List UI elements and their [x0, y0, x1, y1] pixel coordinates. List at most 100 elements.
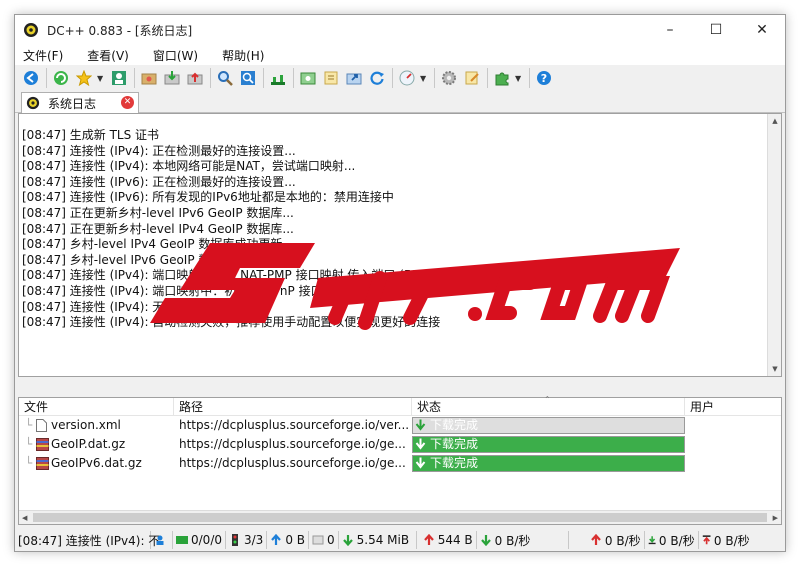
search-button[interactable]	[215, 68, 235, 88]
open-file-list-button[interactable]	[298, 68, 318, 88]
hub-icon	[176, 536, 188, 544]
queue-count: 0	[309, 531, 339, 549]
stats-dropdown[interactable]: ▼	[420, 74, 428, 83]
queue-button[interactable]	[139, 68, 159, 88]
minimize-button[interactable]: –	[647, 15, 693, 45]
download-finished-icon	[164, 71, 180, 85]
col-header-file[interactable]: 文件	[19, 398, 174, 416]
close-window-button[interactable]: ✕	[739, 15, 785, 45]
star-icon	[76, 70, 92, 86]
log-line: [08:47] 连接性 (IPv4): 本地网络可能是NAT，尝试端口映射...	[22, 159, 356, 174]
dcpp-logo-icon	[24, 23, 38, 37]
file-type-icon	[36, 419, 47, 433]
table-row[interactable]: └ version.xml https://dcplusplus.sourcefor…	[19, 416, 781, 435]
log-line: [08:47] 连接性 (IPv6): 正在检测最好的连接设置...	[22, 174, 296, 189]
log-vertical-scrollbar[interactable]: ▲ ▼	[767, 114, 781, 376]
archive-icon	[36, 457, 49, 470]
gauge-icon	[399, 70, 415, 86]
up-total: 544 B	[417, 531, 477, 549]
down-rate: 0 B/秒	[477, 531, 569, 549]
file-path: https://dcplusplus.sourceforge.io/ver...	[179, 418, 409, 432]
log-line: [08:47] 连接性 (IPv6): 所有发现的IPv6地址都是本地的：禁用连…	[22, 190, 394, 205]
svg-text:?: ?	[541, 72, 547, 85]
wizard-button[interactable]	[462, 68, 482, 88]
refresh-share-button[interactable]	[367, 68, 387, 88]
plugins-button[interactable]	[492, 68, 512, 88]
scroll-up-arrow[interactable]: ▲	[768, 114, 782, 128]
upload-limit-text: 0 B/秒	[713, 533, 750, 548]
title-bar[interactable]: DC++ 0.883 - [系统日志] – ☐ ✕	[15, 15, 785, 45]
status-message-text: [08:47] 连接性 (IPv4): 不	[18, 533, 161, 548]
log-line: [08:47] 连接性 (IPv4): 端口映射中：初始化 UPnP 接口映射	[22, 283, 347, 298]
favorite-hubs-dropdown[interactable]: ▼	[97, 74, 105, 83]
search-spy-button[interactable]	[268, 68, 288, 88]
hubs-count: 0/0/0	[173, 531, 226, 549]
open-downloads-button[interactable]	[344, 68, 364, 88]
col-header-user[interactable]: 用户	[685, 398, 781, 416]
menu-bar: 文件(F) 查看(V) 窗口(W) 帮助(H)	[15, 45, 785, 65]
favorite-users-button[interactable]	[109, 68, 129, 88]
search-icon	[218, 71, 233, 86]
upload-limit: 0 B/秒	[699, 531, 753, 549]
log-line: [08:47] 连接性 (IPv4): 自动检测失败，推荐使用手动配置以便实现更…	[22, 315, 441, 330]
menu-help[interactable]: 帮助(H)	[222, 47, 264, 64]
menu-view[interactable]: 查看(V)	[87, 47, 129, 64]
window-title: DC++ 0.883 - [系统日志]	[47, 23, 193, 38]
maximize-button[interactable]: ☐	[693, 15, 739, 45]
status-text: 下载完成	[430, 418, 479, 432]
status-bar: [08:47] 连接性 (IPv4): 不 0/0/0 3/3 0 B 0 5.…	[15, 529, 785, 551]
list-icon	[300, 72, 316, 85]
arrow-down-green-icon	[342, 535, 353, 546]
menu-window[interactable]: 窗口(W)	[153, 47, 198, 64]
scroll-thumb[interactable]	[33, 513, 767, 522]
table-row[interactable]: └ GeoIPv6.dat.gz https://dcplusplus.source…	[19, 454, 781, 473]
archive-icon	[36, 438, 49, 451]
system-log-pane[interactable]: [08:47] 生成新 TLS 证书 [08:47] 连接性 (IPv4): 正在…	[18, 113, 782, 377]
arrow-down-green-icon	[480, 535, 491, 546]
file-name: GeoIP.dat.gz	[51, 437, 126, 451]
up-rate-text: 0 B/秒	[604, 533, 641, 548]
close-tab-icon[interactable]: ✕	[121, 96, 134, 109]
note-icon	[324, 71, 338, 85]
plugins-dropdown[interactable]: ▼	[515, 74, 523, 83]
finished-downloads-button[interactable]	[162, 68, 182, 88]
toolbar: ▼ ▼ ▼ ?	[15, 65, 785, 91]
log-line: [08:47] 连接性 (IPv4): 正在检测最好的连接设置...	[22, 143, 296, 158]
notepad-button[interactable]	[321, 68, 341, 88]
main-window: DC++ 0.883 - [系统日志] – ☐ ✕ 文件(F) 查看(V) 窗口…	[14, 14, 786, 552]
download-arrow-icon	[415, 457, 426, 469]
queue-count-text: 0	[327, 533, 335, 547]
network-stats-button[interactable]	[397, 68, 417, 88]
settings-button[interactable]	[439, 68, 459, 88]
file-path: https://dcplusplus.sourceforge.io/ge...	[179, 456, 406, 470]
refresh-green-icon	[54, 71, 68, 85]
transfers-table: 文件 路径 状态 用户 ⌃ └ version.xml https://dcplus…	[18, 395, 782, 525]
user-icon	[112, 71, 126, 85]
finished-uploads-button[interactable]	[185, 68, 205, 88]
upload-finished-icon	[187, 72, 203, 85]
edit-icon	[465, 71, 479, 85]
log-line: [08:47] 生成新 TLS 证书	[22, 128, 160, 142]
favorite-hubs-button[interactable]	[74, 68, 94, 88]
table-horizontal-scrollbar[interactable]: ◀ ▶	[19, 510, 781, 524]
reconnect-button[interactable]	[51, 68, 71, 88]
tab-system-log[interactable]: 系统日志 ✕	[21, 92, 139, 113]
menu-file[interactable]: 文件(F)	[23, 47, 63, 64]
adl-search-button[interactable]	[238, 68, 258, 88]
slots-count-text: 3/3	[244, 533, 264, 547]
scroll-right-arrow[interactable]: ▶	[773, 511, 778, 525]
slots-icon	[232, 534, 238, 546]
col-header-path[interactable]: 路径	[174, 398, 412, 416]
download-total-text: 5.54 MiB	[356, 533, 410, 547]
download-limit-icon	[648, 536, 656, 545]
gear-icon	[442, 71, 456, 85]
sort-ascending-icon: ⌃	[544, 395, 551, 404]
away-status[interactable]	[151, 531, 173, 549]
pane-splitter[interactable]	[18, 377, 782, 397]
scroll-left-arrow[interactable]: ◀	[22, 511, 27, 525]
scroll-down-arrow[interactable]: ▼	[768, 362, 782, 376]
download-limit: 0 B/秒	[645, 531, 699, 549]
table-row[interactable]: └ GeoIP.dat.gz https://dcplusplus.sourcefo…	[19, 435, 781, 454]
public-hubs-button[interactable]	[21, 68, 41, 88]
help-button[interactable]: ?	[534, 68, 554, 88]
